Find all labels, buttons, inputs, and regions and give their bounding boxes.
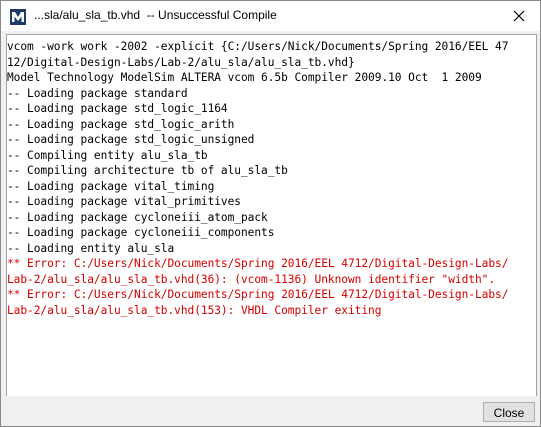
window-title: ...sla/alu_sla_tb.vhd -- Unsuccessful Co… [34, 8, 277, 22]
output-line: 12/Digital-Design-Labs/Lab-2/alu_sla/alu… [7, 55, 355, 69]
title-bar[interactable]: ...sla/alu_sla_tb.vhd -- Unsuccessful Co… [1, 1, 540, 31]
output-line: -- Loading package std_logic_arith [7, 117, 235, 131]
compile-output-text: vcom -work work -2002 -explicit {C:/User… [7, 35, 536, 318]
output-line: -- Loading entity alu_sla [7, 241, 175, 255]
output-line: -- Loading package standard [7, 86, 188, 100]
output-line: -- Loading package cycloneiii_components [7, 226, 275, 239]
output-line: -- Compiling entity alu_sla_tb [7, 148, 208, 162]
modelsim-logo-icon [10, 9, 26, 25]
output-line: Model Technology ModelSim ALTERA vcom 6.… [7, 71, 482, 84]
output-line: -- Loading package std_logic_unsigned [7, 133, 255, 146]
output-line: -- Loading package cycloneiii_atom_pack [7, 210, 268, 224]
close-icon[interactable] [504, 3, 534, 29]
close-button[interactable]: Close [483, 402, 535, 422]
output-line: -- Loading package vital_timing [7, 179, 215, 193]
error-line: ** Error: C:/Users/Nick/Documents/Spring… [7, 288, 509, 301]
error-line: Lab-2/alu_sla/alu_sla_tb.vhd(36): (vcom-… [7, 272, 496, 286]
error-line: ** Error: C:/Users/Nick/Documents/Spring… [7, 257, 509, 270]
output-line: -- Loading package std_logic_1164 [7, 102, 228, 115]
dialog-footer: Close [1, 396, 540, 426]
error-line: Lab-2/alu_sla/alu_sla_tb.vhd(153): VHDL … [7, 303, 382, 317]
output-line: -- Compiling architecture tb of alu_sla_… [7, 164, 288, 177]
compile-output-panel[interactable]: vcom -work work -2002 -explicit {C:/User… [6, 34, 537, 397]
compile-dialog: ...sla/alu_sla_tb.vhd -- Unsuccessful Co… [0, 0, 541, 427]
output-line: vcom -work work -2002 -explicit {C:/User… [7, 40, 509, 53]
output-line: -- Loading package vital_primitives [7, 195, 241, 208]
